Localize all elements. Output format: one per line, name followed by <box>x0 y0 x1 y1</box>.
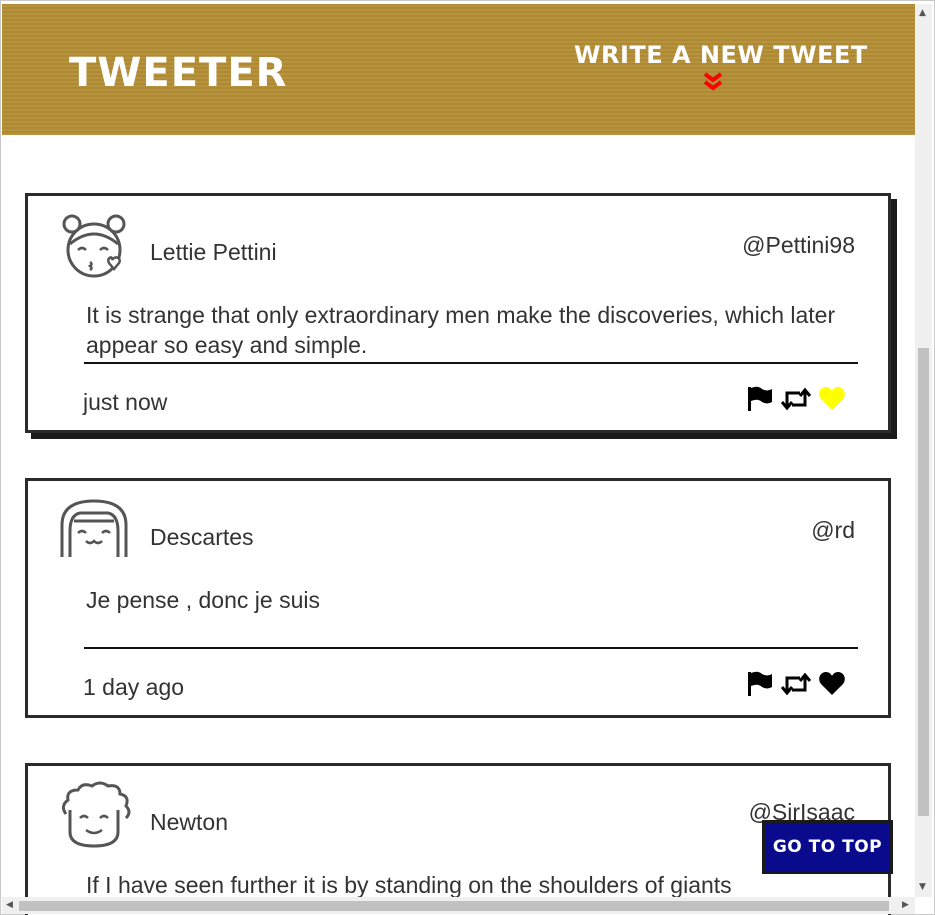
write-new-tweet-button[interactable]: WRITE A NEW TWEET <box>574 41 868 69</box>
avatar <box>62 214 126 278</box>
flag-icon[interactable] <box>746 671 774 697</box>
tweet-card: Lettie Pettini @Pettini98 It is strange … <box>25 193 891 433</box>
flag-icon[interactable] <box>746 386 774 412</box>
go-to-top-button[interactable]: GO TO TOP <box>762 820 893 874</box>
tweet-handle: @rd <box>811 517 855 543</box>
tweet-card: Descartes @rd Je pense , donc je suis 1 … <box>25 478 891 718</box>
divider <box>84 362 858 364</box>
double-chevron-down-icon[interactable] <box>701 70 725 94</box>
tweet-timestamp: just now <box>83 389 168 415</box>
heart-icon[interactable] <box>818 671 846 697</box>
retweet-icon[interactable] <box>780 671 812 697</box>
tweet-author-name: Newton <box>150 809 228 835</box>
tweet-handle: @Pettini98 <box>742 232 855 258</box>
top-nav: TWEETER WRITE A NEW TWEET <box>2 4 915 135</box>
retweet-icon[interactable] <box>780 386 812 412</box>
tweet-actions <box>746 671 846 697</box>
avatar <box>60 499 128 557</box>
horizontal-scrollbar[interactable]: ◀ ▶ <box>2 897 915 914</box>
tweet-text: If I have seen further it is by standing… <box>86 872 732 898</box>
vertical-scroll-thumb[interactable] <box>918 348 929 816</box>
scroll-up-arrow-icon[interactable]: ▲ <box>919 8 926 18</box>
avatar <box>61 781 131 848</box>
divider <box>84 647 858 649</box>
tweet-author-name: Lettie Pettini <box>150 239 277 265</box>
scroll-down-arrow-icon[interactable]: ▼ <box>919 882 926 892</box>
scroll-right-arrow-icon[interactable]: ▶ <box>902 900 909 910</box>
horizontal-scroll-thumb[interactable] <box>19 901 889 911</box>
tweet-timestamp: 1 day ago <box>83 674 185 700</box>
tweet-text: Je pense , donc je suis <box>86 587 320 613</box>
heart-icon[interactable] <box>818 386 846 412</box>
brand-logo[interactable]: TWEETER <box>69 50 287 96</box>
tweet-author-name: Descartes <box>150 524 254 550</box>
vertical-scrollbar[interactable]: ▲ ▼ <box>915 4 932 897</box>
tweet-text: It is strange that only extraordinary me… <box>86 302 836 358</box>
scroll-left-arrow-icon[interactable]: ◀ <box>6 900 13 910</box>
tweet-actions <box>746 386 846 412</box>
